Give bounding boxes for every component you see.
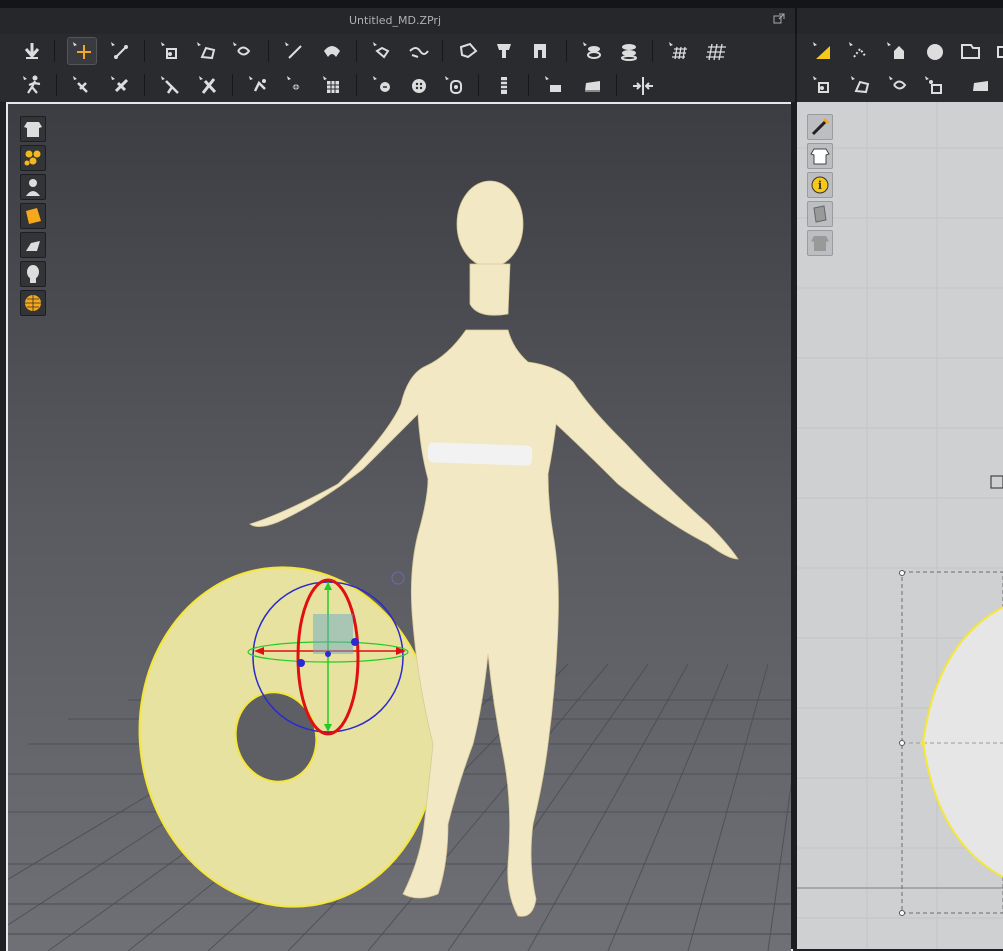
rectangle-tool-icon[interactable] [228, 38, 256, 64]
strengthen-icon[interactable] [194, 72, 222, 98]
layer-icon[interactable] [578, 38, 606, 64]
transform-pattern-icon[interactable] [67, 37, 97, 65]
avatar-display-icon[interactable] [20, 174, 46, 200]
buttonhole-icon[interactable] [282, 72, 310, 98]
segment-tool-icon[interactable] [156, 38, 184, 64]
toolbar-separator [56, 74, 57, 96]
measure-icon[interactable] [540, 72, 568, 98]
tack-icon[interactable] [454, 38, 482, 64]
toolbar-separator [144, 40, 145, 62]
toolbar-separator [652, 40, 653, 62]
zipper-icon[interactable] [368, 72, 396, 98]
tape-icon[interactable] [404, 72, 432, 98]
pattern-brush-icon[interactable] [807, 114, 833, 140]
toolbar-separator [616, 74, 617, 96]
fold-icon[interactable] [490, 38, 518, 64]
select-avatar-icon[interactable] [68, 72, 96, 98]
texture-icon[interactable] [807, 201, 833, 227]
internal-line-icon[interactable] [280, 38, 308, 64]
shrink-icon[interactable] [628, 72, 656, 98]
3d-viewport[interactable] [6, 102, 793, 951]
dart-icon[interactable] [884, 72, 912, 98]
button-icon[interactable] [244, 72, 272, 98]
avatar-pose-icon[interactable] [18, 72, 46, 98]
pattern-piece[interactable] [118, 548, 458, 926]
toolbar-separator [232, 74, 233, 96]
toolbar-separator [268, 40, 269, 62]
avatar-silhouette-icon[interactable] [20, 261, 46, 287]
free-sewing-icon[interactable] [404, 38, 432, 64]
pane-divider [795, 8, 797, 34]
topstitch-icon[interactable] [318, 72, 346, 98]
toolbar-separator [54, 40, 55, 62]
os-top-strip [0, 0, 1003, 8]
toolbar-row-1 [0, 34, 1003, 69]
edit-pattern-icon[interactable] [106, 38, 134, 64]
segment-icon[interactable] [808, 72, 836, 98]
info-icon[interactable]: i [807, 172, 833, 198]
pane-divider [795, 34, 797, 68]
grid-icon[interactable] [664, 38, 692, 64]
select-mesh-icon[interactable] [614, 38, 642, 64]
seam-tool-icon[interactable] [318, 38, 346, 64]
rectangle-icon[interactable] [956, 38, 984, 64]
trim-icon[interactable] [490, 72, 518, 98]
toolbar-separator [478, 74, 479, 96]
globe-display-icon[interactable] [20, 290, 46, 316]
polygon-tool-icon[interactable] [192, 38, 220, 64]
edit-point-icon[interactable] [844, 38, 872, 64]
window-title: Untitled_MD.ZPrj [348, 14, 442, 27]
mesh-grid-icon[interactable] [702, 38, 730, 64]
toolbar-separator [356, 40, 357, 62]
toolbar-row-2 [0, 68, 1003, 103]
add-point-icon[interactable] [882, 38, 910, 64]
pin-icon[interactable] [526, 38, 554, 64]
iron-icon[interactable] [578, 72, 606, 98]
3d-scene [8, 180, 791, 951]
pleat-icon[interactable] [440, 72, 468, 98]
toolbar-separator [356, 74, 357, 96]
fabric-texture-icon[interactable] [20, 145, 46, 171]
2d-pattern-window[interactable]: i [797, 102, 1003, 949]
waistband[interactable] [427, 442, 533, 466]
segment-sewing-icon[interactable] [368, 38, 396, 64]
viewport-title-bar: Untitled_MD.ZPrj [0, 8, 1003, 35]
garment-display-icon[interactable] [20, 116, 46, 142]
pattern-trace-icon[interactable] [920, 72, 948, 98]
surface-icon[interactable] [20, 203, 46, 229]
svg-text:i: i [818, 179, 822, 192]
toolbar-separator [528, 74, 529, 96]
select-move-icon[interactable] [808, 38, 836, 64]
fold-arrow-icon[interactable] [18, 38, 46, 64]
stress-map-icon[interactable] [20, 232, 46, 258]
iron-2d-icon[interactable] [966, 72, 994, 98]
fold-arrangement-icon[interactable] [156, 72, 184, 98]
pivot-marker [391, 571, 405, 585]
pane-divider [795, 68, 797, 102]
popout-icon[interactable] [773, 13, 785, 25]
internal-polygon-icon[interactable] [846, 72, 874, 98]
arrangement-icon[interactable] [106, 72, 134, 98]
garment-lock-icon[interactable] [807, 230, 833, 256]
2d-pattern-piece[interactable] [921, 606, 1003, 878]
more-icon[interactable] [992, 38, 1003, 64]
toolbar-separator [144, 74, 145, 96]
toolbar-separator [442, 40, 443, 62]
toolbar-separator [566, 40, 567, 62]
show-pattern-icon[interactable] [807, 143, 833, 169]
circle-icon[interactable] [920, 38, 948, 64]
